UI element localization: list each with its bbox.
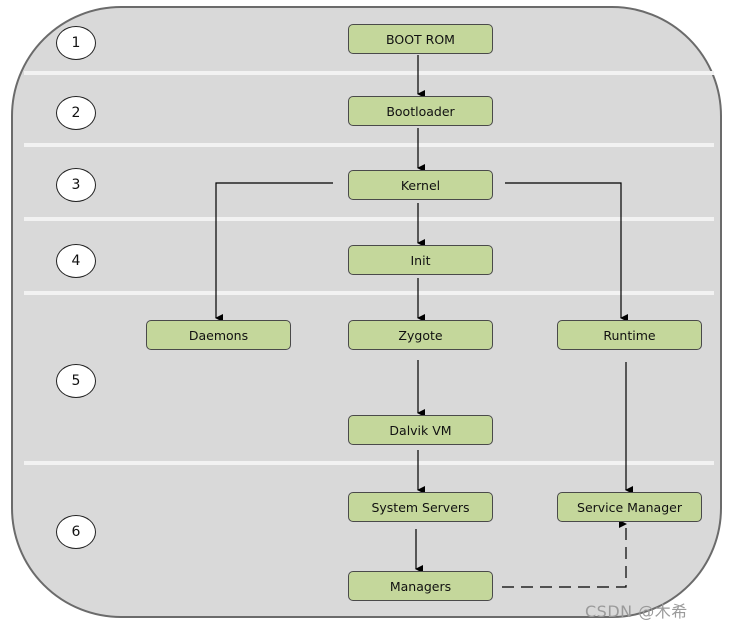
stage-number-3: 3: [56, 168, 96, 202]
stage-separator: [24, 71, 714, 75]
node-kernel: Kernel: [348, 170, 493, 200]
node-dalvik-vm: Dalvik VM: [348, 415, 493, 445]
stage-separator: [24, 291, 714, 295]
watermark: CSDN @木希: [585, 602, 688, 621]
stage-separator: [24, 143, 714, 147]
node-runtime: Runtime: [557, 320, 702, 350]
node-daemons: Daemons: [146, 320, 291, 350]
node-bootloader: Bootloader: [348, 96, 493, 126]
stage-number-2: 2: [56, 96, 96, 130]
node-boot-rom: BOOT ROM: [348, 24, 493, 54]
node-managers: Managers: [348, 571, 493, 601]
node-service-manager: Service Manager: [557, 492, 702, 522]
stage-number-6: 6: [56, 515, 96, 549]
stage-number-1: 1: [56, 26, 96, 60]
stage-number-5: 5: [56, 364, 96, 398]
node-init: Init: [348, 245, 493, 275]
stage-separator: [24, 217, 714, 221]
stage-number-4: 4: [56, 244, 96, 278]
node-zygote: Zygote: [348, 320, 493, 350]
node-system-servers: System Servers: [348, 492, 493, 522]
stage-separator: [24, 461, 714, 465]
